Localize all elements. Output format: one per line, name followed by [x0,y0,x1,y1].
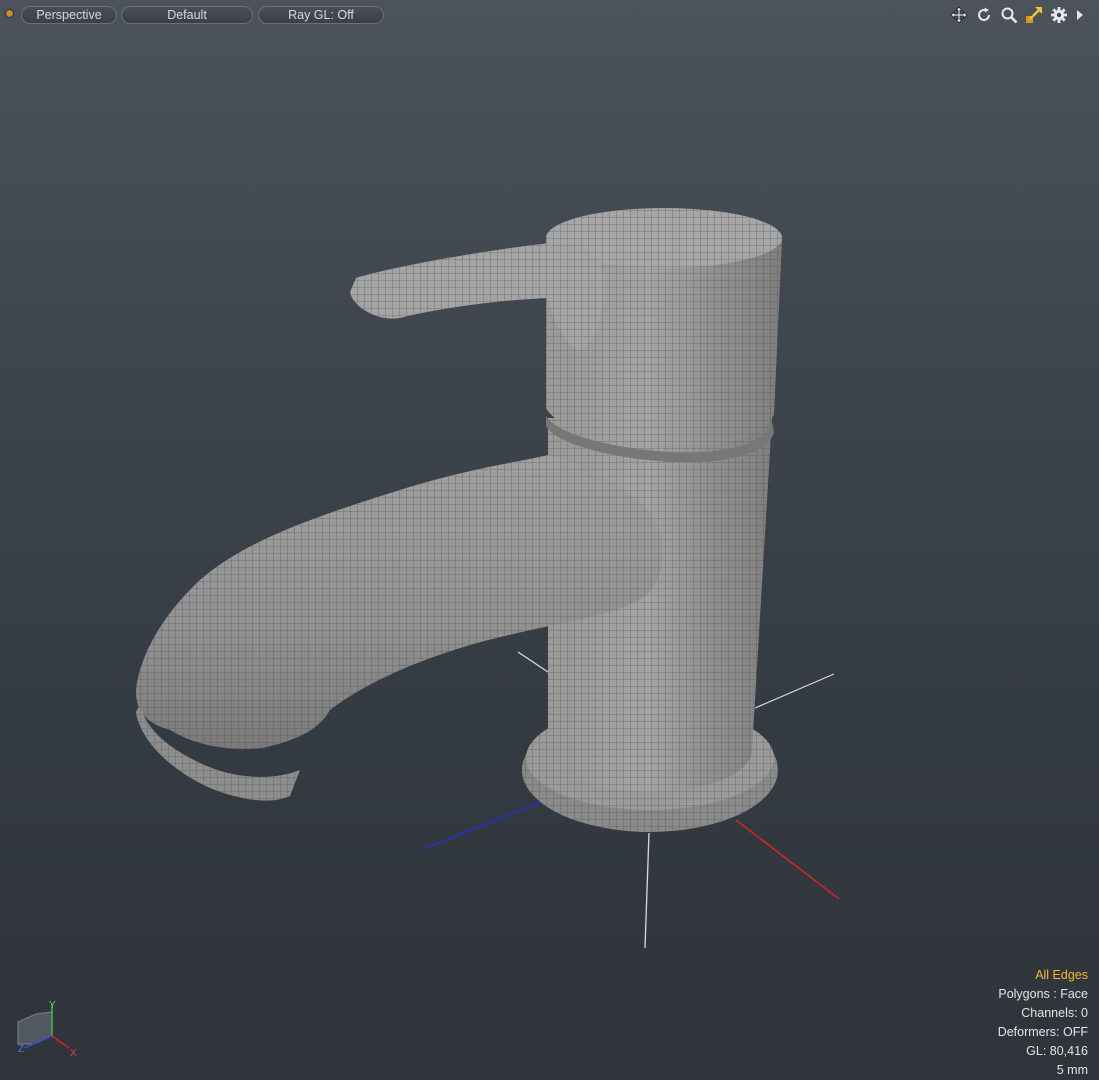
axis-line-z [423,799,546,850]
selection-mode-label: All Edges [1035,968,1088,982]
grid-size: 5 mm [1056,1063,1088,1077]
axis-line-right [754,673,835,709]
channels-info: Channels: 0 [1021,1006,1088,1020]
deformers-info: Deformers: OFF [997,1025,1088,1039]
gl-polycount: GL: 80,416 [1026,1044,1088,1058]
gizmo-y-label: Y [49,1000,56,1011]
faucet-lever [350,242,606,350]
viewport-scene[interactable] [0,0,1099,1080]
faucet-mesh[interactable] [136,208,782,832]
viewport-info-hud: All Edges Polygons : Face Channels: 0 De… [998,966,1088,1080]
gizmo-z-label: Z [18,1044,24,1055]
polygons-info: Polygons : Face [998,987,1088,1001]
axis-line-x [735,819,840,900]
orientation-gizmo-icon: Y X Z [17,1000,77,1059]
axis-line-y [644,832,650,949]
gizmo-x-label: X [70,1048,77,1059]
axis-line-back [517,651,549,673]
